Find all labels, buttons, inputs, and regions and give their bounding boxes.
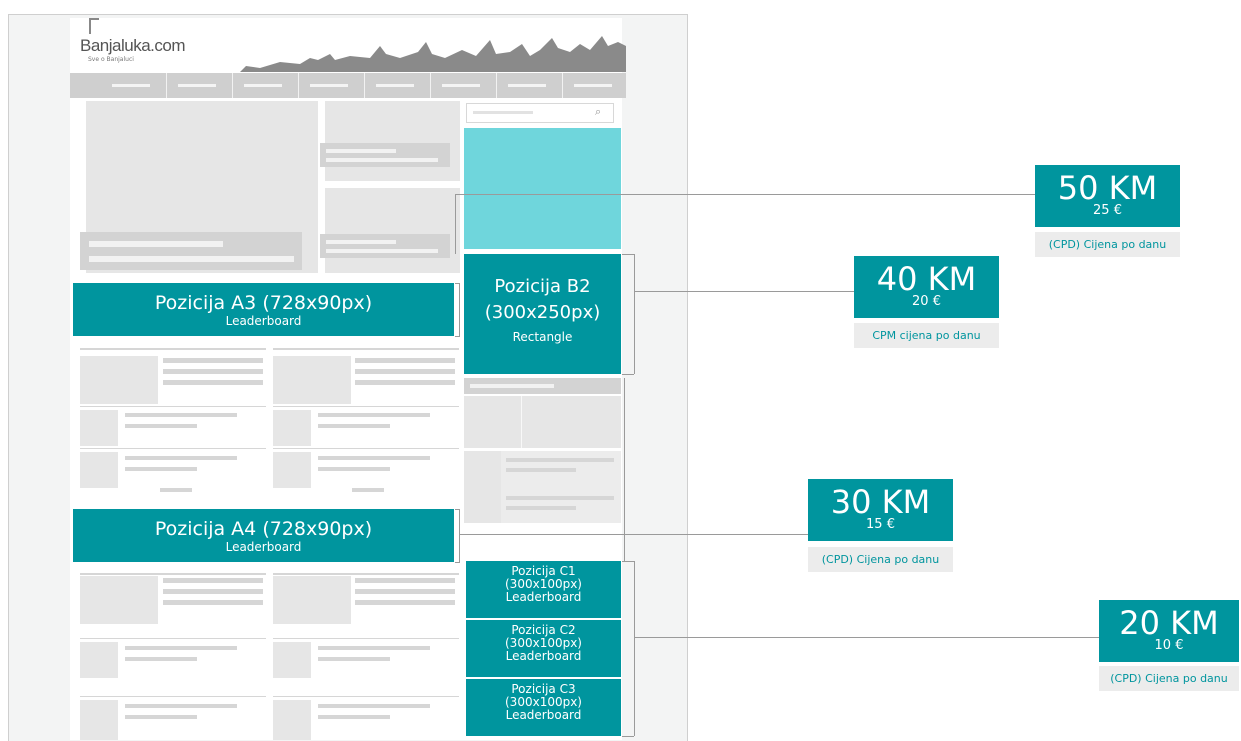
nav-item[interactable] xyxy=(244,84,282,87)
ad-a3-title: Pozicija A3 (728x90px) xyxy=(154,292,373,314)
article-thumb-small[interactable] xyxy=(80,642,118,678)
ad-position-c2[interactable]: Pozicija C2 (300x100px) Leaderboard xyxy=(466,620,621,677)
price-note: (CPD) Cijena po danu xyxy=(1035,232,1180,257)
ad-b2-line2: (300x250px) xyxy=(484,302,601,323)
article-thumb-small[interactable] xyxy=(273,410,311,446)
hero-caption xyxy=(80,232,302,270)
connector-line xyxy=(455,194,456,254)
nav-item[interactable] xyxy=(178,84,216,87)
price-eur: 25 € xyxy=(1093,203,1122,218)
nav-item[interactable] xyxy=(574,84,612,87)
nav-item[interactable] xyxy=(442,84,480,87)
ad-c1-subtitle: Leaderboard xyxy=(505,590,582,604)
nav-item[interactable] xyxy=(508,84,546,87)
price-km: 40 KM xyxy=(876,260,977,298)
ad-a4-subtitle: Leaderboard xyxy=(225,540,302,554)
ad-position-a4[interactable]: Pozicija A4 (728x90px) Leaderboard xyxy=(73,509,454,562)
sidebar-block xyxy=(464,396,621,448)
price-note: (CPD) Cijena po danu xyxy=(1099,666,1239,691)
article-thumb-small[interactable] xyxy=(273,700,311,740)
article-thumb-small[interactable] xyxy=(273,642,311,678)
ad-position-b2[interactable]: Pozicija B2 (300x250px) Rectangle xyxy=(464,254,621,374)
price-eur: 20 € xyxy=(912,294,941,309)
news-caption-1 xyxy=(320,143,450,167)
nav-item[interactable] xyxy=(112,84,150,87)
ad-b2-subtitle: Rectangle xyxy=(512,330,573,344)
ad-a3-subtitle: Leaderboard xyxy=(225,314,302,328)
connector-line xyxy=(634,637,1099,638)
more-link[interactable] xyxy=(352,488,384,492)
ad-b2-line1: Pozicija B2 xyxy=(494,276,591,297)
skyline-banner xyxy=(240,36,626,72)
ad-c2-subtitle: Leaderboard xyxy=(505,649,582,663)
article-thumb-small[interactable] xyxy=(80,700,118,740)
connector-line xyxy=(455,194,1035,195)
ad-slot-b1-highlight xyxy=(464,128,621,249)
main-nav xyxy=(70,73,626,98)
nav-item[interactable] xyxy=(310,84,348,87)
connector-line xyxy=(459,534,808,535)
article-thumb[interactable] xyxy=(80,356,158,404)
price-note: (CPD) Cijena po danu xyxy=(808,547,953,572)
article-thumb-small[interactable] xyxy=(80,452,118,488)
logo-icon xyxy=(89,18,99,34)
site-logo[interactable]: Banjaluka.com xyxy=(80,36,186,56)
article-thumb[interactable] xyxy=(273,576,351,624)
news-thumb-2[interactable] xyxy=(325,188,460,273)
price-tag-50km: 50 KM 25 € xyxy=(1035,165,1180,227)
ad-position-a3[interactable]: Pozicija A3 (728x90px) Leaderboard xyxy=(73,283,454,336)
ad-c3-subtitle: Leaderboard xyxy=(505,708,582,722)
search-icon[interactable]: ⌕ xyxy=(595,105,601,119)
article-thumb-small[interactable] xyxy=(273,452,311,488)
connector-line xyxy=(634,291,854,292)
ad-position-c3[interactable]: Pozicija C3 (300x100px) Leaderboard xyxy=(466,679,621,736)
more-link[interactable] xyxy=(160,488,192,492)
price-eur: 15 € xyxy=(866,517,895,532)
price-tag-40km: 40 KM 20 € xyxy=(854,256,999,318)
price-tag-20km: 20 KM 10 € xyxy=(1099,600,1239,662)
price-note: CPM cijena po danu xyxy=(854,323,999,348)
nav-item[interactable] xyxy=(376,84,414,87)
news-caption-2 xyxy=(320,234,450,258)
price-km: 20 KM xyxy=(1119,604,1219,642)
price-km: 30 KM xyxy=(830,483,931,521)
price-km: 50 KM xyxy=(1057,169,1158,207)
ad-a4-title: Pozicija A4 (728x90px) xyxy=(154,518,373,540)
article-thumb-small[interactable] xyxy=(80,410,118,446)
search-input[interactable]: ⌕ xyxy=(466,103,614,123)
news-thumb-1[interactable] xyxy=(325,101,460,181)
article-thumb[interactable] xyxy=(80,576,158,624)
price-tag-30km: 30 KM 15 € xyxy=(808,479,953,541)
site-tagline: Sve o Banjaluci xyxy=(88,56,134,63)
ad-position-c1[interactable]: Pozicija C1 (300x100px) Leaderboard xyxy=(466,561,621,618)
article-thumb[interactable] xyxy=(273,356,351,404)
